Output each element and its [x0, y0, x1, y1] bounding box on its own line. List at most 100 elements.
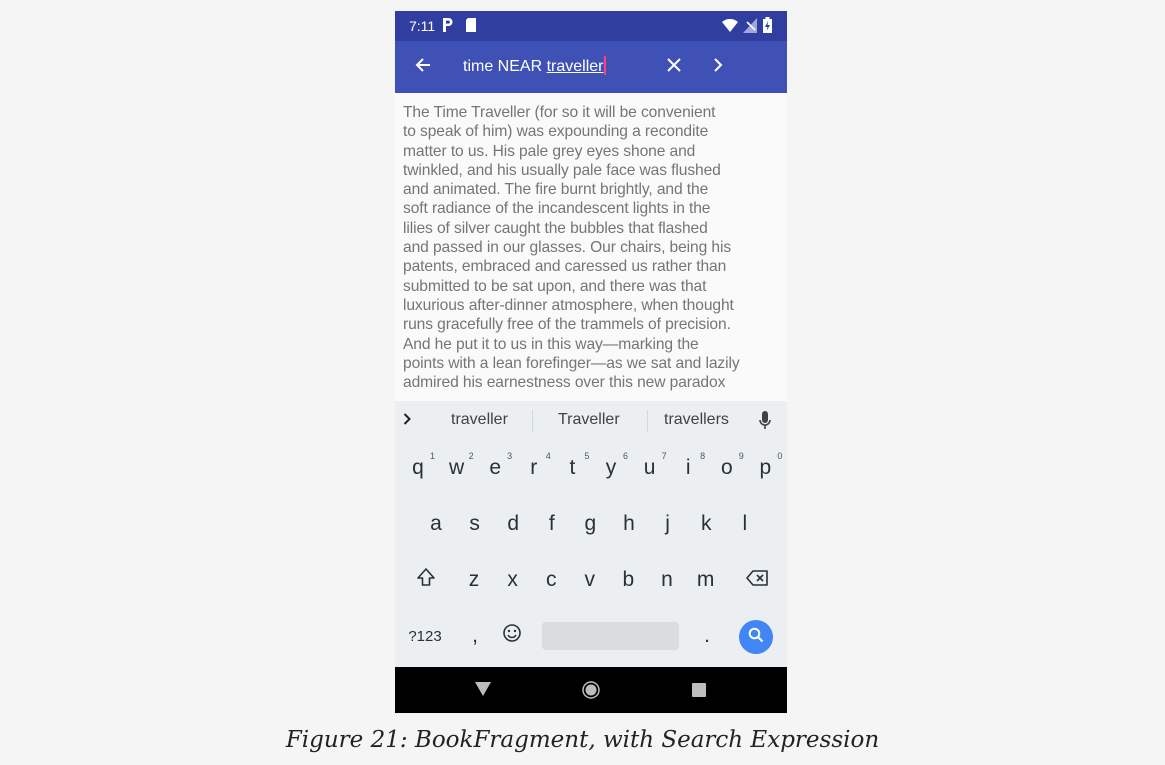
wifi-icon: [722, 18, 738, 36]
search-query-field[interactable]: time NEAR traveller: [463, 56, 607, 76]
key-label: p: [759, 456, 772, 479]
key-i[interactable]: i8: [670, 444, 706, 492]
text-line: submitted to be sat upon, and there was …: [403, 277, 707, 295]
back-button[interactable]: [403, 41, 443, 93]
key-label: e: [489, 456, 502, 479]
key-label: w: [449, 456, 465, 479]
close-icon: [667, 57, 681, 77]
key-v[interactable]: v: [572, 556, 608, 604]
key-hint: 4: [545, 451, 551, 461]
text-line: The Time Traveller (for so it will be co…: [403, 104, 716, 121]
key-g[interactable]: g: [572, 500, 608, 548]
key-u[interactable]: u7: [632, 444, 668, 492]
key-hint: 7: [661, 451, 667, 461]
key-q[interactable]: q1: [400, 444, 436, 492]
microphone-icon: [759, 411, 771, 435]
key-y[interactable]: y6: [593, 444, 629, 492]
text-line: matter to us. His pale grey eyes shone a…: [403, 142, 696, 160]
text-line: patents, embraced and caressed us rather…: [403, 258, 727, 276]
parking-icon: [442, 17, 454, 36]
key-s[interactable]: s: [457, 500, 493, 548]
text-line: points with a lean forefinger—as we sat …: [403, 354, 740, 372]
soft-keyboard: q1w2e3r4t5y6u7i8o9p0 asdfghjkl zxcvbnm ?…: [395, 441, 787, 667]
suggestion-divider: [647, 410, 648, 432]
comma-key[interactable]: ,: [457, 612, 493, 660]
text-line: soft radiance of the incandescent lights…: [403, 200, 711, 218]
book-text[interactable]: The Time Traveller (for so it will be co…: [403, 103, 783, 399]
period-key[interactable]: .: [689, 612, 725, 660]
text-line: admired his earnestness over this new pa…: [403, 374, 726, 392]
key-k[interactable]: k: [688, 500, 724, 548]
back-arrow-icon: [414, 56, 432, 79]
search-toolbar: time NEAR traveller: [395, 41, 787, 93]
key-d[interactable]: d: [495, 500, 531, 548]
key-l[interactable]: l: [727, 500, 763, 548]
text-caret: [604, 56, 607, 75]
key-label: i: [685, 456, 691, 479]
suggestion-item[interactable]: travellers: [664, 411, 729, 429]
text-line: and animated. The fire burnt brightly, a…: [403, 181, 709, 199]
backspace-icon: [746, 568, 768, 592]
key-f[interactable]: f: [534, 500, 570, 548]
key-h[interactable]: h: [611, 500, 647, 548]
search-key[interactable]: [739, 620, 773, 654]
figure-caption: Figure 21: BookFragment, with Search Exp…: [285, 727, 880, 753]
key-hint: 3: [507, 451, 513, 461]
key-label: r: [530, 456, 538, 479]
next-result-button[interactable]: [698, 41, 738, 93]
key-p[interactable]: p0: [747, 444, 783, 492]
expand-suggestions-button[interactable]: [397, 409, 417, 433]
key-n[interactable]: n: [649, 556, 685, 604]
key-w[interactable]: w2: [439, 444, 475, 492]
emoji-icon: [502, 623, 522, 649]
symbols-key[interactable]: ?123: [403, 612, 447, 660]
key-x[interactable]: x: [495, 556, 531, 604]
text-line: runs gracefully free of the trammels of …: [403, 316, 731, 334]
text-line: twinkled, and his usually pale face was …: [403, 161, 721, 179]
key-label: o: [720, 456, 733, 479]
emoji-key[interactable]: [494, 612, 530, 660]
key-label: u: [643, 456, 656, 479]
key-j[interactable]: j: [650, 500, 686, 548]
key-m[interactable]: m: [688, 556, 724, 604]
key-hint: 1: [429, 451, 435, 461]
suggestion-strip: traveller Traveller travellers: [395, 401, 787, 441]
key-b[interactable]: b: [610, 556, 646, 604]
phone-screen: 7:11 time NEAR traveller The Time Travel…: [395, 11, 787, 713]
key-t[interactable]: t5: [554, 444, 590, 492]
text-line: and passed in our glasses. Our chairs, b…: [403, 239, 732, 257]
chevron-right-icon: [713, 57, 723, 77]
suggestion-divider: [532, 410, 533, 432]
key-label: t: [569, 456, 576, 479]
key-hint: 0: [777, 451, 783, 461]
nav-recents-icon[interactable]: [692, 683, 706, 702]
expand-chevron-icon: [403, 412, 411, 430]
nav-home-icon[interactable]: [582, 681, 600, 704]
key-label: y: [605, 456, 617, 479]
key-hint: 2: [468, 451, 474, 461]
suggestion-item[interactable]: Traveller: [558, 411, 620, 429]
suggestion-item[interactable]: traveller: [451, 411, 508, 429]
space-key[interactable]: [542, 622, 679, 650]
text-line: luxurious after-dinner atmosphere, when …: [403, 296, 734, 314]
key-hint: 6: [622, 451, 628, 461]
query-text: time NEAR: [463, 58, 547, 75]
text-line: lilies of silver caught the bubbles that…: [403, 219, 708, 237]
status-time: 7:11: [409, 18, 436, 34]
key-hint: 9: [738, 451, 744, 461]
key-a[interactable]: a: [418, 500, 454, 548]
key-o[interactable]: o9: [709, 444, 745, 492]
key-r[interactable]: r4: [516, 444, 552, 492]
status-bar: 7:11: [395, 11, 787, 41]
shift-key[interactable]: [408, 556, 444, 604]
no-signal-icon: [743, 18, 757, 36]
battery-icon: [763, 17, 772, 36]
backspace-key[interactable]: [739, 556, 775, 604]
key-c[interactable]: c: [533, 556, 569, 604]
shift-icon: [416, 567, 436, 593]
clear-button[interactable]: [654, 41, 694, 93]
key-e[interactable]: e3: [477, 444, 513, 492]
nav-back-icon[interactable]: [475, 682, 491, 701]
voice-input-button[interactable]: [759, 411, 771, 436]
key-z[interactable]: z: [456, 556, 492, 604]
